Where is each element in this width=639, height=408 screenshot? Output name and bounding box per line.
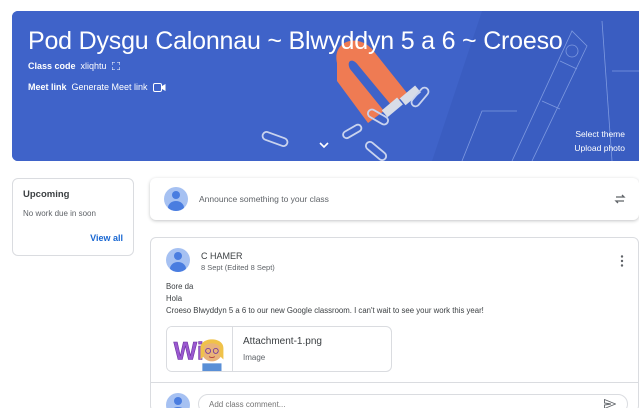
attachment-info: Attachment-1.png Image: [233, 327, 332, 371]
view-all-link[interactable]: View all: [90, 233, 123, 243]
avatar: [164, 187, 188, 211]
post-date: 8 Sept (Edited 8 Sept): [201, 263, 275, 272]
chevron-down-icon[interactable]: [318, 141, 330, 149]
more-vert-icon[interactable]: [620, 255, 624, 267]
post-body: Bore da Hola Croeso Blwyddyn 5 a 6 to ou…: [166, 281, 484, 317]
post-line: Hola: [166, 294, 183, 303]
svg-text:Wi: Wi: [174, 338, 204, 366]
meet-link-label: Meet link: [28, 82, 67, 92]
post-author: C HAMER: [201, 251, 243, 261]
post-line: Bore da: [166, 282, 194, 291]
announce-box[interactable]: Announce something to your class: [150, 178, 639, 220]
divider: [151, 382, 638, 383]
class-title: Pod Dysgu Calonnau ~ Blwyddyn 5 a 6 ~ Cr…: [28, 27, 563, 55]
select-theme-link[interactable]: Select theme: [574, 127, 625, 141]
fullscreen-icon[interactable]: [111, 62, 120, 70]
banner-actions: Select theme Upload photo: [574, 127, 625, 155]
upcoming-card: Upcoming No work due in soon View all: [12, 178, 134, 256]
announce-placeholder[interactable]: Announce something to your class: [199, 194, 329, 204]
send-icon[interactable]: [604, 399, 616, 408]
upload-photo-link[interactable]: Upload photo: [574, 141, 625, 155]
class-code-label: Class code: [28, 61, 76, 71]
author-avatar: [166, 248, 190, 272]
attachment-name[interactable]: Attachment-1.png: [243, 336, 322, 347]
announcement-post: C HAMER 8 Sept (Edited 8 Sept) Bore da H…: [150, 237, 639, 408]
commenter-avatar: [166, 393, 190, 408]
attachment-thumbnail: Wi: [167, 327, 233, 371]
repost-icon[interactable]: [614, 193, 626, 205]
class-banner: Pod Dysgu Calonnau ~ Blwyddyn 5 a 6 ~ Cr…: [12, 11, 639, 161]
attachment-card[interactable]: Wi Attachment-1.png Image: [166, 326, 392, 372]
upcoming-empty-text: No work due in soon: [23, 209, 96, 218]
class-code-row: Class code xliqhtu: [28, 61, 120, 71]
meet-link-row: Meet link Generate Meet link: [28, 82, 166, 92]
post-line: Croeso Blwyddyn 5 a 6 to our new Google …: [166, 306, 484, 315]
class-code-value[interactable]: xliqhtu: [81, 61, 107, 71]
class-comment-input[interactable]: [198, 394, 628, 408]
generate-meet-link[interactable]: Generate Meet link: [72, 82, 148, 92]
video-camera-icon[interactable]: [152, 82, 166, 92]
upcoming-title: Upcoming: [23, 189, 70, 200]
attachment-type: Image: [243, 353, 266, 362]
